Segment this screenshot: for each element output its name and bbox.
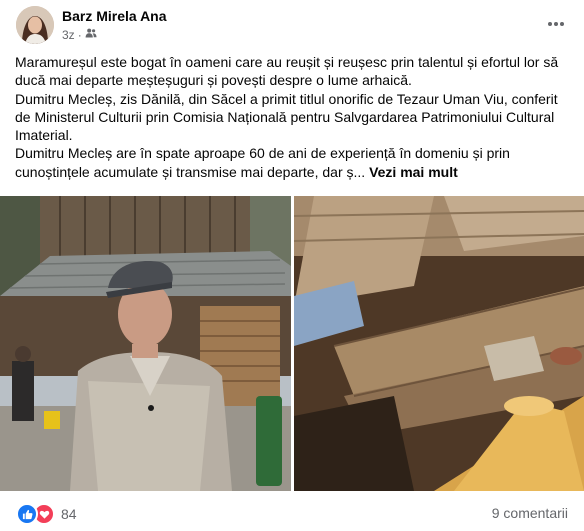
reaction-count: 84 bbox=[61, 506, 77, 522]
see-more-link[interactable]: Vezi mai mult bbox=[369, 164, 458, 180]
post-photos bbox=[0, 196, 584, 491]
post-time[interactable]: 3z bbox=[62, 28, 75, 42]
post-paragraph: Dumitru Mecleș are în spate aproape 60 d… bbox=[15, 144, 575, 181]
photo-grain-mill[interactable] bbox=[294, 196, 584, 491]
facebook-post: Barz Mirela Ana 3z · Maramureșul este bo bbox=[0, 0, 584, 531]
author-avatar[interactable] bbox=[16, 6, 54, 44]
post-paragraph: Dumitru Mecleș, zis Dănilă, din Săcel a … bbox=[15, 90, 558, 144]
like-reaction-icon bbox=[16, 503, 38, 525]
photo-man-in-yard[interactable] bbox=[0, 196, 291, 491]
post-paragraph: Maramureșul este bogat în oameni care au… bbox=[15, 54, 559, 89]
post-meta: 3z · bbox=[62, 27, 97, 42]
reactions-summary[interactable]: 84 bbox=[16, 503, 77, 525]
author-name[interactable]: Barz Mirela Ana bbox=[62, 8, 167, 24]
more-options-icon[interactable] bbox=[542, 10, 570, 38]
post-footer: 84 9 comentarii bbox=[0, 494, 584, 531]
post-header: Barz Mirela Ana 3z · bbox=[0, 0, 584, 48]
comments-count-link[interactable]: 9 comentarii bbox=[492, 505, 568, 521]
friends-icon bbox=[85, 27, 97, 42]
post-text: Maramureșul este bogat în oameni care au… bbox=[15, 53, 575, 181]
